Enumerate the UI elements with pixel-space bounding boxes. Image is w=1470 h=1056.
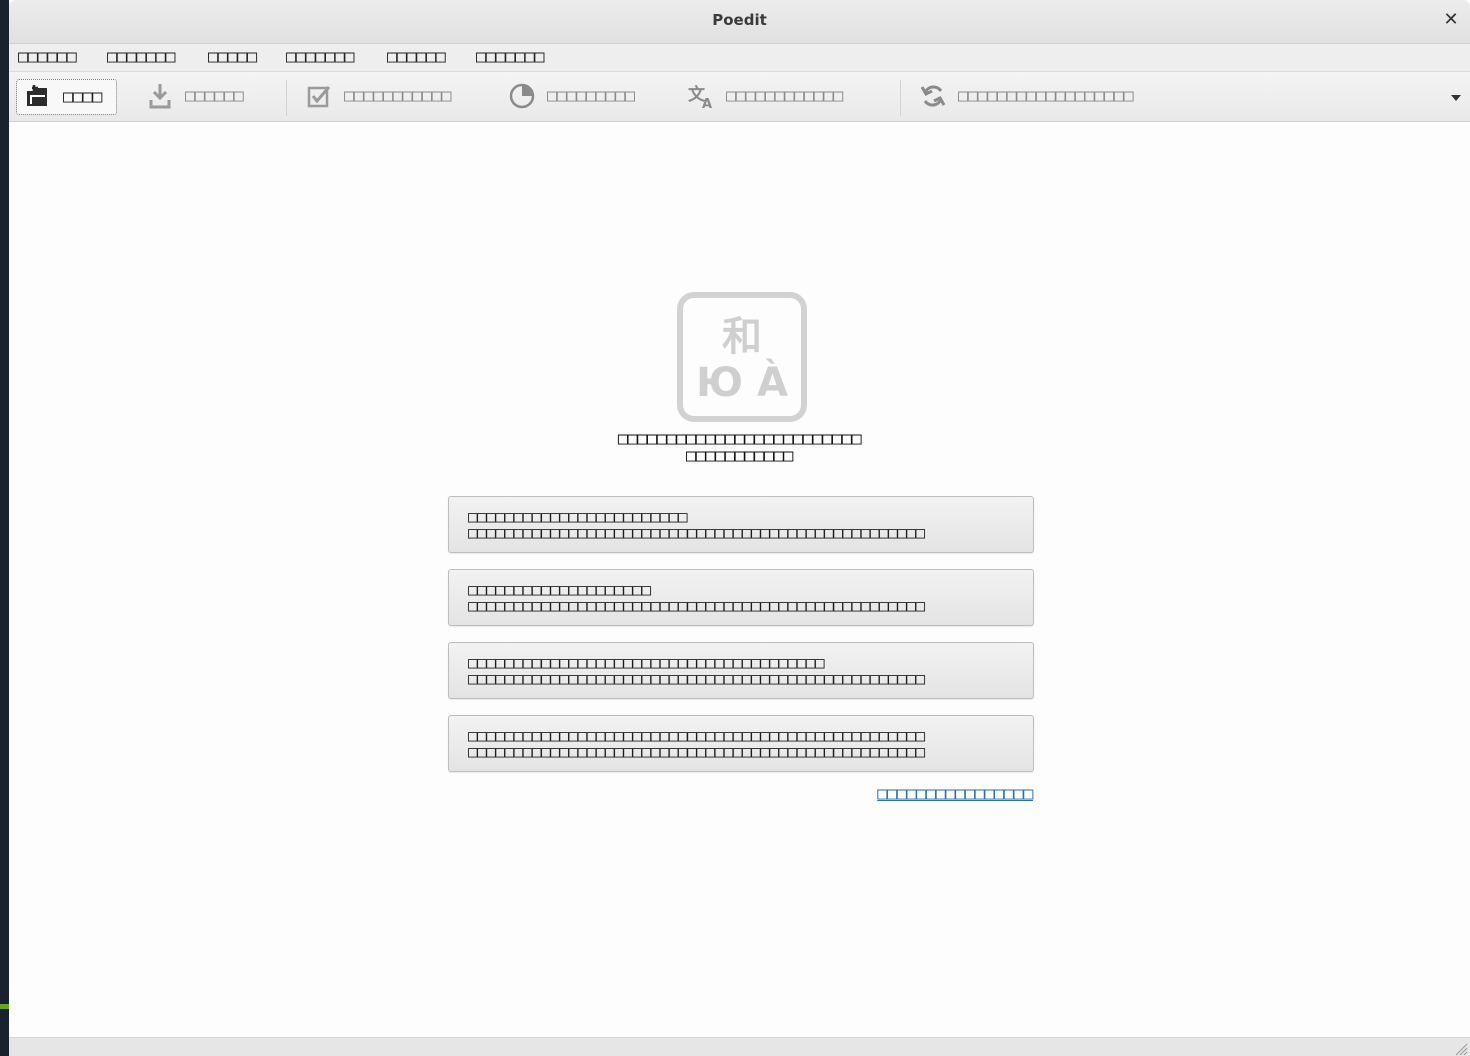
statistics-button-label: □□□□□□□□□ [547, 86, 635, 106]
svg-text:A: A [702, 97, 712, 111]
toolbar: □□□□ □□□□□□ □□□□□□□□□□□ □□□□□□□□□ 文 A □□… [9, 72, 1470, 122]
chevron-down-icon[interactable] [1448, 90, 1464, 104]
download-icon [145, 81, 175, 111]
validate-button[interactable]: □□□□□□□□□□□ [304, 79, 452, 113]
open-folder-icon [23, 82, 53, 112]
translate-icon: 文 A [686, 81, 716, 111]
menu-catalog[interactable]: □□□□□□ [387, 47, 446, 67]
menu-translation[interactable]: □□□□□□□ [286, 47, 355, 67]
toolbar-separator [900, 80, 901, 116]
refresh-icon [918, 81, 948, 111]
update-button[interactable]: □□□□□□□□□□□□□□□□□□ [918, 79, 1134, 113]
checkbox-icon [304, 81, 334, 111]
menu-file[interactable]: □□□□□□ [18, 47, 77, 67]
poedit-logo: 和 Ю À [677, 292, 807, 422]
welcome-panel: 和 Ю À □□□□□□□□□□□□□□□□□□□□□□□□□ □□□□□□□□… [9, 122, 1470, 1037]
toolbar-separator [286, 80, 287, 116]
resize-grip-icon[interactable] [1454, 1041, 1468, 1056]
poedit-window: Poedit ✕ □□□□□□ □□□□□□□ □□□□□ □□□□□□□ □□… [9, 0, 1470, 1056]
logo-text-bottom: Ю À [696, 358, 788, 406]
menu-bar: □□□□□□ □□□□□□□ □□□□□ □□□□□□□ □□□□□□ □□□□… [9, 44, 1470, 72]
action-description: □□□□□□□□□□□□□□□□□□□□□□□□□□□□□□□□□□□□□□□□… [468, 669, 925, 688]
action-description: □□□□□□□□□□□□□□□□□□□□□□□□□□□□□□□□□□□□□□□□… [468, 596, 925, 615]
pretranslate-button-label: □□□□□□□□□□□□ [726, 86, 843, 106]
action-description: □□□□□□□□□□□□□□□□□□□□□□□□□□□□□□□□□□□□□□□□… [468, 523, 925, 542]
menu-edit[interactable]: □□□□□□□ [107, 47, 176, 67]
update-button-label: □□□□□□□□□□□□□□□□□□ [958, 86, 1134, 106]
open-button[interactable]: □□□□ [16, 79, 117, 115]
window-title: Poedit [712, 11, 767, 29]
learn-more-link[interactable]: □□□□□□□□□□□□□□□□ [877, 784, 1033, 804]
status-bar [9, 1037, 1470, 1056]
logo-text-top: 和 [722, 314, 762, 360]
translate-wordpress-button[interactable]: □□□□□□□□□□□□□□□□□□□□□□□□□□□□□□□□□□□□□□□□… [448, 715, 1034, 772]
menu-view[interactable]: □□□□□ [208, 47, 257, 67]
desktop-background [0, 0, 9, 1056]
close-icon[interactable]: ✕ [1440, 9, 1462, 31]
open-button-label: □□□□ [63, 87, 102, 107]
title-bar[interactable]: Poedit ✕ [9, 0, 1470, 44]
pie-chart-icon [507, 81, 537, 111]
validate-button-label: □□□□□□□□□□□ [344, 86, 452, 106]
pretranslate-button[interactable]: 文 A □□□□□□□□□□□□ [686, 79, 843, 113]
create-translation-button[interactable]: □□□□□□□□□□□□□□□□□□□□□□□□□□□□□□□□□□□□□□□ … [448, 642, 1034, 699]
statistics-button[interactable]: □□□□□□□□□ [507, 79, 635, 113]
action-description: □□□□□□□□□□□□□□□□□□□□□□□□□□□□□□□□□□□□□□□□… [468, 742, 925, 761]
welcome-message-line2: □□□□□□□□□□□ [685, 446, 794, 466]
edit-translation-button[interactable]: □□□□□□□□□□□□□□□□□□□□□□□□ □□□□□□□□□□□□□□□… [448, 496, 1034, 553]
welcome-message: □□□□□□□□□□□□□□□□□□□□□□□□□ □□□□□□□□□□□ [9, 431, 1470, 465]
save-button-label: □□□□□□ [185, 86, 244, 106]
translate-together-button[interactable]: □□□□□□□□□□□□□□□□□□□□ □□□□□□□□□□□□□□□□□□□… [448, 569, 1034, 626]
menu-help[interactable]: □□□□□□□ [476, 47, 545, 67]
save-button[interactable]: □□□□□□ [145, 79, 244, 113]
